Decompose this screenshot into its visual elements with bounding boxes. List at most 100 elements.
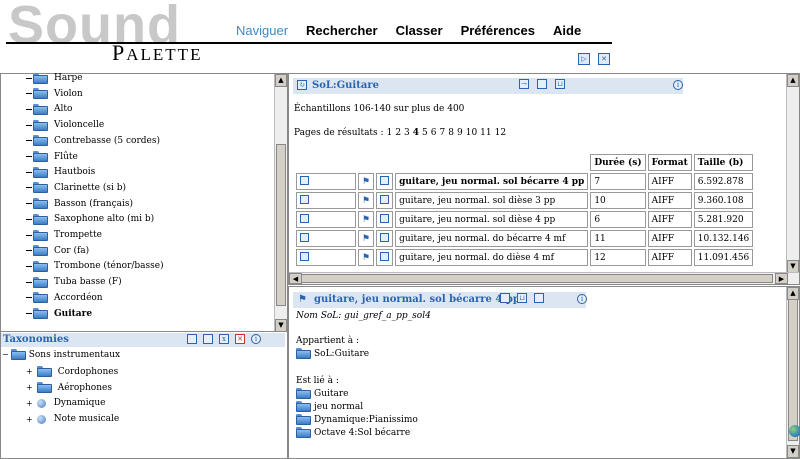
row-save-cell[interactable] xyxy=(376,192,394,209)
taxonomy-item[interactable]: + Aérophones xyxy=(26,382,112,393)
row-save-cell[interactable] xyxy=(376,173,394,190)
nav-preferences[interactable]: Préférences xyxy=(461,23,535,38)
table-row[interactable]: ⚑ guitare, jeu normal. sol dièse 3 pp 10 AI… xyxy=(296,192,754,209)
row-flag-cell[interactable]: ⚑ xyxy=(358,173,375,190)
save-icon[interactable] xyxy=(537,79,547,89)
table-row[interactable]: ⚑ guitare, jeu normal. do bécarre 4 mf 11 A… xyxy=(296,230,754,247)
folders-icon[interactable] xyxy=(203,334,213,344)
linked-item[interactable]: Dynamique:Pianissimo xyxy=(296,414,418,425)
nav-aide[interactable]: Aide xyxy=(553,23,581,38)
results-vscrollbar[interactable]: ▲ ▼ xyxy=(786,74,799,273)
collapse-icon[interactable]: − xyxy=(2,350,9,359)
page-link[interactable]: 10 xyxy=(466,128,477,138)
row-copy-cell[interactable] xyxy=(296,230,356,247)
play-icon[interactable]: ▷ xyxy=(578,53,590,65)
list-item[interactable]: Clarinette (si b) xyxy=(26,180,126,196)
page-link[interactable]: 3 xyxy=(404,128,410,138)
copy-icon[interactable] xyxy=(300,175,309,185)
linked-item[interactable]: Guitare xyxy=(296,388,348,399)
flag-icon[interactable]: ⚑ xyxy=(362,177,370,187)
list-item[interactable]: Contrebasse (5 cordes) xyxy=(26,133,160,149)
row-flag-cell[interactable]: ⚑ xyxy=(358,211,375,228)
list-item[interactable]: Saxophone alto (mi b) xyxy=(26,211,154,227)
instrument-list-scrollbar[interactable]: ▲ ▼ xyxy=(274,74,287,332)
copy-icon[interactable] xyxy=(300,213,309,223)
page-link[interactable]: 9 xyxy=(457,128,463,138)
save-icon[interactable] xyxy=(380,175,390,185)
row-name[interactable]: guitare, jeu normal. do bécarre 4 mf xyxy=(395,230,589,247)
list-item[interactable]: Trompette xyxy=(26,227,102,243)
detail-scroll-thumb[interactable] xyxy=(788,299,798,441)
expand-icon[interactable]: + xyxy=(26,367,33,376)
cart-icon[interactable]: ⊔ xyxy=(555,79,565,89)
page-link[interactable]: 7 xyxy=(440,128,446,138)
row-flag-cell[interactable]: ⚑ xyxy=(358,192,375,209)
row-copy-cell[interactable] xyxy=(296,249,356,266)
list-item[interactable]: Accordéon xyxy=(26,290,103,306)
row-save-cell[interactable] xyxy=(376,211,394,228)
list-item[interactable]: Violoncelle xyxy=(26,117,104,133)
expand-icon[interactable]: + xyxy=(26,399,33,408)
list-item[interactable]: Trombone (ténor/basse) xyxy=(26,258,164,274)
row-name[interactable]: guitare, jeu normal. sol bécarre 4 pp xyxy=(395,173,589,190)
results-hscroll-thumb[interactable] xyxy=(301,274,773,283)
detail-copy-icon[interactable] xyxy=(534,293,544,303)
delete-icon[interactable]: ✕ xyxy=(235,334,245,344)
scroll-thumb[interactable] xyxy=(276,144,286,306)
list-item[interactable]: Guitare xyxy=(26,306,92,322)
new-folder-icon[interactable] xyxy=(187,334,197,344)
flag-icon[interactable]: ⚑ xyxy=(362,215,370,225)
list-item[interactable]: Basson (français) xyxy=(26,196,133,212)
row-copy-cell[interactable] xyxy=(296,211,356,228)
scroll-up-arrow[interactable]: ▲ xyxy=(275,74,287,87)
nav-naviguer[interactable]: Naviguer xyxy=(236,23,288,38)
page-link[interactable]: 1 xyxy=(387,128,393,138)
detail-info-icon[interactable]: i xyxy=(577,294,587,304)
page-link[interactable]: 8 xyxy=(448,128,454,138)
results-scroll-right[interactable]: ▶ xyxy=(775,273,788,284)
save-icon[interactable] xyxy=(380,251,390,261)
flag-icon[interactable]: ⚑ xyxy=(298,294,307,305)
belongs-item[interactable]: SoL:Guitare xyxy=(296,348,369,359)
list-item[interactable]: Tuba basse (F) xyxy=(26,274,122,290)
copy-icon[interactable] xyxy=(300,251,309,261)
page-link[interactable]: 11 xyxy=(480,128,491,138)
row-save-cell[interactable] xyxy=(376,249,394,266)
expand-icon[interactable]: + xyxy=(26,383,33,392)
save-icon[interactable] xyxy=(380,232,390,242)
list-item[interactable]: Cor (fa) xyxy=(26,243,89,259)
row-flag-cell[interactable]: ⚑ xyxy=(358,230,375,247)
page-link[interactable]: 12 xyxy=(495,128,506,138)
expand-icon[interactable]: + xyxy=(26,415,33,424)
page-link[interactable]: 2 xyxy=(395,128,401,138)
page-link[interactable]: 5 xyxy=(422,128,428,138)
flag-icon[interactable]: ⚑ xyxy=(362,253,370,263)
row-name[interactable]: guitare, jeu normal. sol dièse 4 pp xyxy=(395,211,589,228)
refresh-icon[interactable]: ↻ xyxy=(297,80,307,90)
row-save-cell[interactable] xyxy=(376,230,394,247)
list-item[interactable]: Flûte xyxy=(26,149,78,165)
linked-item[interactable]: Octave 4:Sol bécarre xyxy=(296,427,410,438)
page-link[interactable]: 4 xyxy=(413,128,419,138)
detail-scroll-down[interactable]: ▼ xyxy=(787,445,799,458)
linked-item[interactable]: jeu normal xyxy=(296,401,363,412)
taxonomy-root[interactable]: − Sons instrumentaux xyxy=(2,349,120,360)
list-item[interactable]: Hautbois xyxy=(26,164,95,180)
taxonomy-item[interactable]: + Dynamique xyxy=(26,398,105,408)
row-copy-cell[interactable] xyxy=(296,173,356,190)
info-icon[interactable]: i xyxy=(251,334,261,344)
list-item[interactable]: Alto xyxy=(26,101,72,117)
row-name[interactable]: guitare, jeu normal. sol dièse 3 pp xyxy=(395,192,589,209)
copy-icon[interactable] xyxy=(300,194,309,204)
results-info-icon[interactable]: i xyxy=(673,80,683,90)
link-icon[interactable]: → xyxy=(519,79,529,89)
page-link[interactable]: 6 xyxy=(431,128,437,138)
taxonomy-item[interactable]: + Note musicale xyxy=(26,414,119,424)
detail-save-icon[interactable] xyxy=(500,293,510,303)
close-icon[interactable]: ✕ xyxy=(598,53,610,65)
unlink-icon[interactable]: x xyxy=(219,334,229,344)
row-flag-cell[interactable]: ⚑ xyxy=(358,249,375,266)
flag-icon[interactable]: ⚑ xyxy=(362,234,370,244)
list-item[interactable]: Harpe xyxy=(26,70,83,86)
copy-icon[interactable] xyxy=(300,232,309,242)
